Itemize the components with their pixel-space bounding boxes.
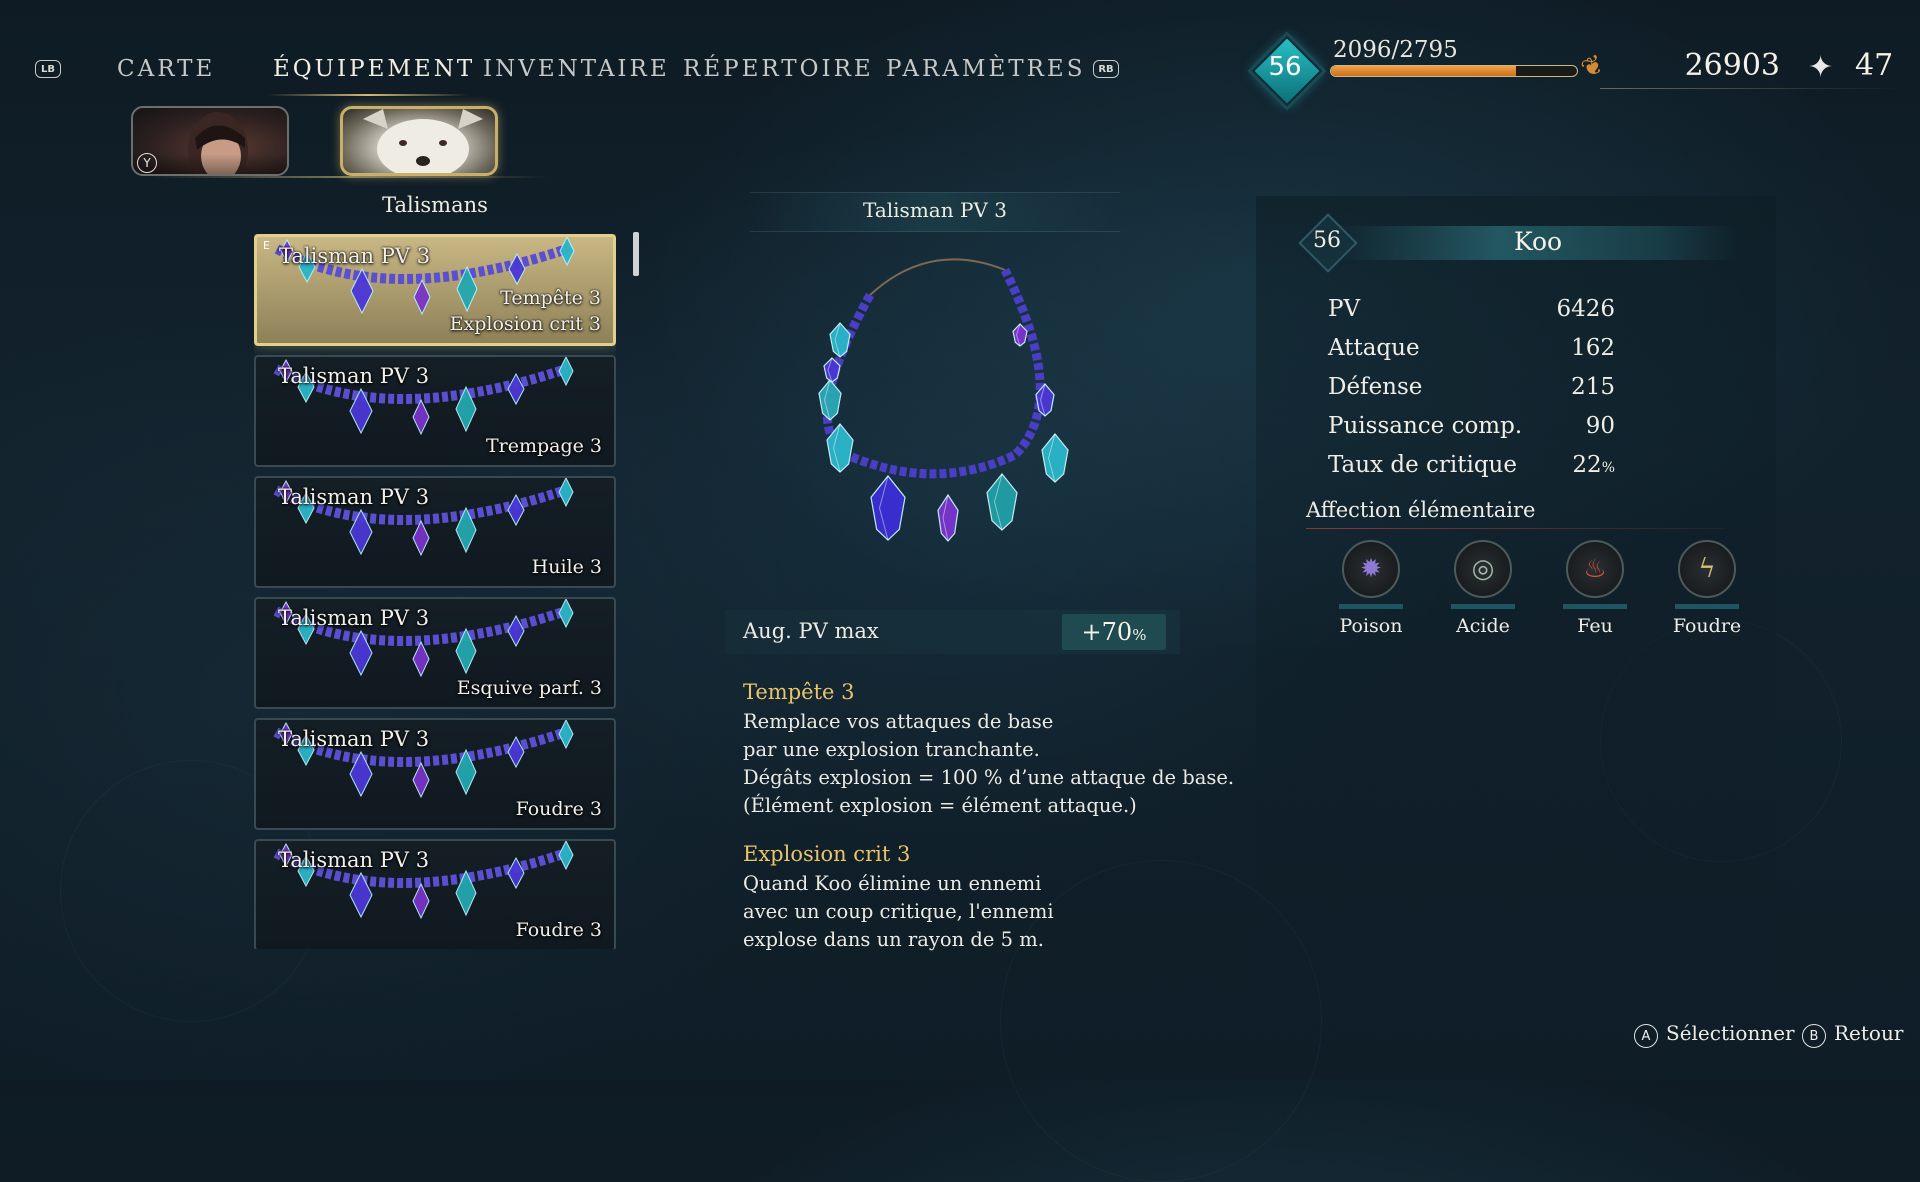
perk-title: Explosion crit 3 — [743, 842, 911, 866]
affinity-bar — [1451, 604, 1515, 609]
tab-inventaire[interactable]: INVENTAIRE — [483, 56, 670, 82]
equipped-marker: E — [263, 239, 270, 252]
stat-value-attaque: 162 — [1571, 335, 1615, 361]
player-level: 56 — [1268, 52, 1302, 82]
gem — [1041, 433, 1069, 483]
gem — [937, 493, 959, 542]
poison-icon: ✹ — [1342, 540, 1400, 598]
talisman-perk: Foudre 3 — [515, 919, 602, 941]
affinity-label: Acide — [1456, 615, 1510, 637]
talisman-perk: Tempête 3 — [500, 287, 601, 309]
talisman-name: Talisman PV 3 — [278, 727, 430, 751]
perk-title: Tempête 3 — [743, 680, 855, 704]
character-portrait-wolf[interactable] — [340, 106, 498, 176]
list-scrollbar[interactable] — [633, 232, 639, 276]
tab-repertoire[interactable]: RÉPERTOIRE — [683, 56, 874, 82]
stat-value-defense: 215 — [1571, 374, 1615, 400]
talisman-list[interactable]: E Talisman PV 3 Tempête 3 Explosion crit 3 T… — [254, 234, 616, 949]
talisman-card[interactable]: Talisman PV 3 Trempage 3 — [254, 355, 616, 467]
affinity-lightning: ϟ Foudre — [1657, 540, 1757, 637]
affinity-title: Affection élémentaire — [1306, 498, 1536, 522]
affinity-label: Feu — [1577, 615, 1613, 637]
gem — [818, 379, 842, 421]
talisman-perk: Esquive parf. 3 — [456, 677, 602, 699]
character-name: Koo — [1513, 227, 1563, 256]
rb-button-badge[interactable]: RB — [1093, 60, 1119, 78]
affinity-bar — [1339, 604, 1403, 609]
talisman-name: Talisman PV 3 — [278, 364, 430, 388]
xp-text: 2096/2795 — [1333, 37, 1458, 63]
b-button-icon[interactable]: B — [1802, 1024, 1826, 1048]
talisman-perk: Explosion crit 3 — [449, 313, 601, 335]
stat-value: +70% — [1081, 618, 1147, 646]
list-title: Talismans — [382, 193, 488, 217]
stat-value-box: +70% — [1062, 614, 1166, 650]
talisman-card[interactable]: Talisman PV 3 Esquive parf. 3 — [254, 597, 616, 709]
talisman-card[interactable]: Talisman PV 3 Foudre 3 — [254, 718, 616, 830]
stat-value-puissance: 90 — [1585, 413, 1615, 439]
talisman-name: Talisman PV 3 — [278, 848, 430, 872]
stat-value-pv: 6426 — [1556, 296, 1615, 322]
character-level: 56 — [1313, 228, 1341, 253]
affinity-label: Foudre — [1672, 615, 1742, 637]
affinity-acid: ◎ Acide — [1433, 540, 1533, 637]
talisman-name: Talisman PV 3 — [278, 606, 430, 630]
perk-description: Remplace vos attaques de base par une ex… — [743, 710, 1235, 817]
money-count: 26903 — [1684, 48, 1780, 83]
perk-description: Quand Koo élimine un ennemi avec un coup… — [743, 872, 1054, 951]
affinity-poison: ✹ Poison — [1321, 540, 1421, 637]
tab-equipement[interactable]: ÉQUIPEMENT — [273, 56, 475, 82]
feather-icon: ❦ — [1576, 48, 1610, 86]
stat-value-critique: 22% — [1572, 452, 1615, 478]
gem — [986, 473, 1018, 531]
back-prompt[interactable]: Retour — [1834, 1021, 1903, 1045]
talisman-card[interactable]: Talisman PV 3 Huile 3 — [254, 476, 616, 588]
lightning-icon: ϟ — [1678, 540, 1736, 598]
active-tab-underline — [268, 94, 468, 96]
tab-parametres[interactable]: PARAMÈTRES — [886, 56, 1085, 82]
stat-label-attaque: Attaque — [1328, 335, 1420, 361]
gem-count: 47 — [1855, 48, 1894, 83]
a-button-icon[interactable]: A — [1634, 1024, 1658, 1048]
affinity-divider — [1306, 528, 1726, 529]
portraits-divider — [150, 176, 550, 178]
necklace-beads — [822, 267, 1045, 479]
tab-carte[interactable]: CARTE — [117, 56, 215, 82]
affinity-fire: ♨ Feu — [1545, 540, 1645, 637]
detail-title: Talisman PV 3 — [863, 198, 1007, 222]
talisman-perk: Huile 3 — [531, 556, 602, 578]
xp-bar — [1330, 65, 1578, 77]
stat-label-defense: Défense — [1328, 374, 1423, 400]
lb-button-badge[interactable]: LB — [35, 60, 61, 78]
stat-label: Aug. PV max — [743, 619, 879, 643]
talisman-perk: Foudre 3 — [515, 798, 602, 820]
fire-icon: ♨ — [1566, 540, 1624, 598]
talisman-name: Talisman PV 3 — [278, 485, 430, 509]
select-prompt[interactable]: Sélectionner — [1666, 1021, 1795, 1045]
hud-divider — [1600, 88, 1900, 89]
stat-label-pv: PV — [1328, 296, 1361, 322]
affinity-bar — [1675, 604, 1739, 609]
talisman-card[interactable]: E Talisman PV 3 Tempête 3 Explosion crit 3 — [254, 234, 616, 346]
talisman-name: Talisman PV 3 — [279, 244, 431, 268]
fan-icon: ✦ — [1808, 50, 1834, 85]
necklace-illustration — [770, 240, 1110, 580]
gem — [870, 475, 906, 541]
necklace-art — [818, 258, 1069, 542]
affinity-bar — [1563, 604, 1627, 609]
y-button-badge[interactable]: Y — [137, 153, 157, 173]
talisman-perk: Trempage 3 — [485, 435, 602, 457]
talisman-card[interactable]: Talisman PV 3 Foudre 3 — [254, 839, 616, 949]
xp-bar-fill — [1331, 66, 1516, 76]
acid-icon: ◎ — [1454, 540, 1512, 598]
necklace-cord — [869, 258, 1006, 296]
wolf-portrait-art — [363, 109, 483, 173]
affinity-label: Poison — [1339, 615, 1403, 637]
